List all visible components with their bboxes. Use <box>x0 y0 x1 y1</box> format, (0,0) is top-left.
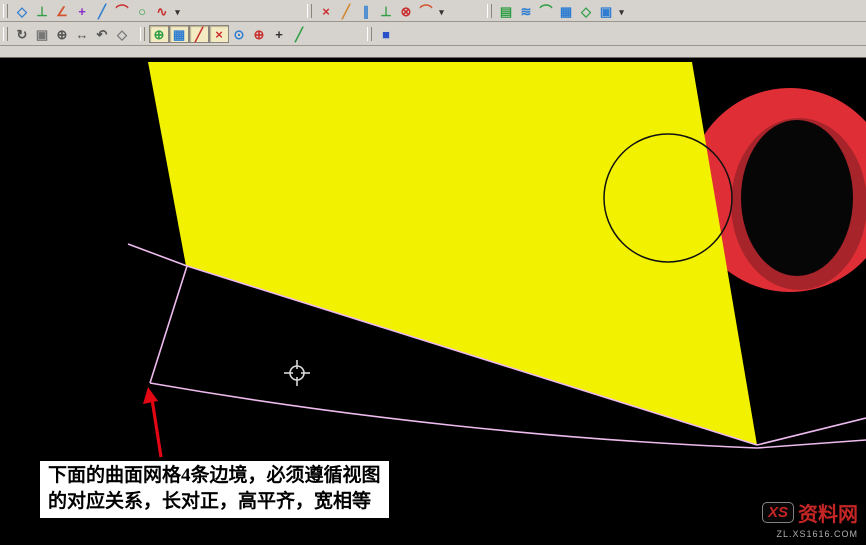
annotation-line-1: 下面的曲面网格4条边境，必须遵循视图 <box>48 463 381 489</box>
offset-surface-icon[interactable]: ▣ <box>596 2 616 20</box>
bridge-curve-icon[interactable]: ⌒ <box>416 2 436 20</box>
refresh-view-icon[interactable]: ↻ <box>12 25 32 43</box>
watermark-logo: XS <box>762 502 794 523</box>
swept-surface-icon[interactable]: ⌒ <box>536 2 556 20</box>
red-tube-hole <box>741 120 853 276</box>
rotate-view-icon[interactable]: ↶ <box>92 25 112 43</box>
curve-edit-dropdown-arrow[interactable]: ▾ <box>436 2 447 20</box>
toolbar-top: ◇⊥∠+╱⌒○∿▾ ×╱∥⊥⊗⌒▾ ▤≋⌒▦◇▣▾ <box>0 0 866 22</box>
callout-arrow-shaft <box>152 399 161 457</box>
snap-existing-point-icon[interactable]: + <box>269 25 289 43</box>
mesh-boundary-left-curves[interactable] <box>128 244 187 383</box>
snap-grid-icon[interactable]: ▦ <box>169 25 189 43</box>
cad-window: ◇⊥∠+╱⌒○∿▾ ×╱∥⊥⊗⌒▾ ▤≋⌒▦◇▣▾ ↻▣⊕↔↶◇ ⊕▦╱×⊙⊕+… <box>0 0 866 545</box>
solid-cube-icon[interactable]: ■ <box>376 25 396 43</box>
curve-mesh-surface-icon[interactable]: ▦ <box>556 2 576 20</box>
yellow-sheet-surface[interactable] <box>148 62 757 445</box>
pan-icon[interactable]: ↔ <box>72 25 92 43</box>
snap-center-icon[interactable]: ⊙ <box>229 25 249 43</box>
circle-icon[interactable]: ○ <box>132 2 152 20</box>
toolbar-dock <box>0 46 866 58</box>
fit-view-icon[interactable]: ▣ <box>32 25 52 43</box>
toolbar-group-curve-edit: ×╱∥⊥⊗⌒▾ <box>304 0 450 21</box>
snap-intersection-icon[interactable]: × <box>209 25 229 43</box>
perspective-icon[interactable]: ◇ <box>112 25 132 43</box>
intersection-curve-icon[interactable]: ⊗ <box>396 2 416 20</box>
n-sided-surface-icon[interactable]: ◇ <box>576 2 596 20</box>
snap-endpoint-icon[interactable]: ╱ <box>189 25 209 43</box>
toolbar-group-surface: ▤≋⌒▦◇▣▾ <box>484 0 630 21</box>
curve-dropdown-arrow[interactable]: ▾ <box>172 2 183 20</box>
annotation-line-2: 的对应关系，长对正，高平齐，宽相等 <box>48 489 381 515</box>
toolbar-group-display: ■ <box>364 22 399 45</box>
snap-tangent-icon[interactable]: ╱ <box>289 25 309 43</box>
project-curve-icon[interactable]: ⊥ <box>376 2 396 20</box>
point-icon[interactable]: + <box>72 2 92 20</box>
snap-quadrant-icon[interactable]: ⊕ <box>249 25 269 43</box>
trim-curve-icon[interactable]: × <box>316 2 336 20</box>
zoom-icon[interactable]: ⊕ <box>52 25 72 43</box>
datum-csys-icon[interactable]: ∠ <box>52 2 72 20</box>
surface-dropdown-arrow[interactable]: ▾ <box>616 2 627 20</box>
viewport-canvas[interactable]: 下面的曲面网格4条边境，必须遵循视图 的对应关系，长对正，高平齐，宽相等 XS … <box>0 58 866 545</box>
watermark: XS 资料网 ZL.XS1616.COM <box>762 498 858 539</box>
mesh-boundary-bottom-curve[interactable] <box>150 383 866 448</box>
snap-midpoint-icon[interactable]: ⊕ <box>149 25 169 43</box>
offset-curve-icon[interactable]: ∥ <box>356 2 376 20</box>
line-icon[interactable]: ╱ <box>92 2 112 20</box>
toolbar-group-snap: ⊕▦╱×⊙⊕+╱ <box>137 22 312 45</box>
through-curves-icon[interactable]: ≋ <box>516 2 536 20</box>
toolbar-group-view: ↻▣⊕↔↶◇ <box>0 22 135 45</box>
watermark-url: ZL.XS1616.COM <box>762 529 858 539</box>
arc-icon[interactable]: ⌒ <box>112 2 132 20</box>
annotation-box: 下面的曲面网格4条边境，必须遵循视图 的对应关系，长对正，高平齐，宽相等 <box>38 459 391 520</box>
spline-icon[interactable]: ∿ <box>152 2 172 20</box>
watermark-name: 资料网 <box>798 498 858 527</box>
crosshair-cursor-icon <box>284 360 310 386</box>
divide-curve-icon[interactable]: ╱ <box>336 2 356 20</box>
datum-plane-icon[interactable]: ◇ <box>12 2 32 20</box>
datum-axis-icon[interactable]: ⊥ <box>32 2 52 20</box>
ruled-surface-icon[interactable]: ▤ <box>496 2 516 20</box>
callout-arrow-head <box>143 387 158 404</box>
toolbar-second: ↻▣⊕↔↶◇ ⊕▦╱×⊙⊕+╱ ■ <box>0 22 866 46</box>
toolbar-group-datum-curve: ◇⊥∠+╱⌒○∿▾ <box>0 0 186 21</box>
